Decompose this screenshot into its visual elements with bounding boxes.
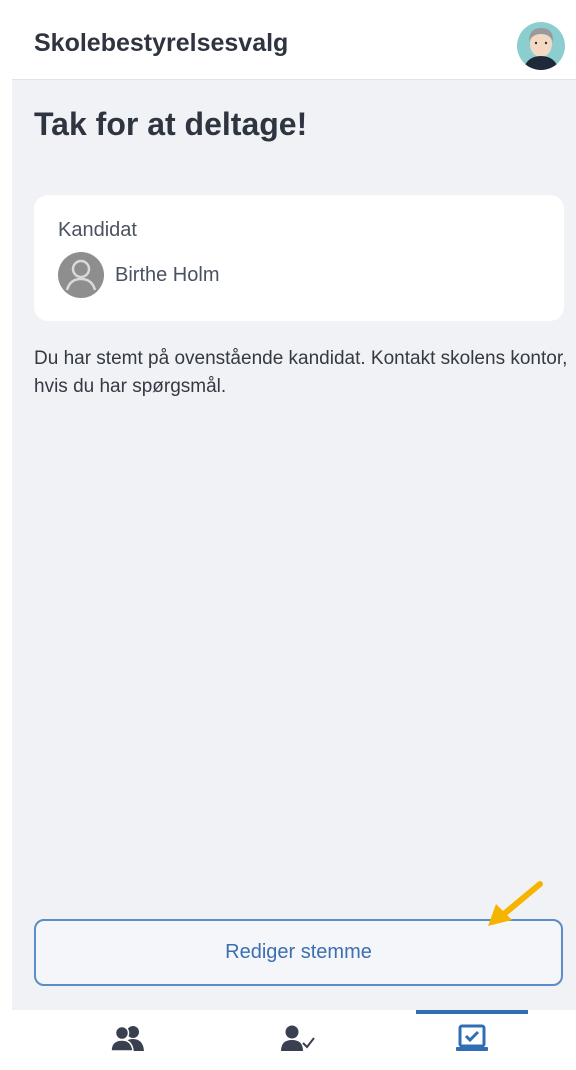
ballot-check-icon <box>456 1024 488 1057</box>
user-avatar[interactable] <box>517 22 565 70</box>
person-check-icon <box>281 1025 315 1056</box>
people-icon <box>110 1025 145 1056</box>
app-header: Skolebestyrelsesvalg <box>12 12 576 80</box>
nav-tab-ballot[interactable] <box>378 1010 566 1070</box>
info-text: Du har stemt på ovenstående kandidat. Ko… <box>34 348 568 397</box>
app-title: Skolebestyrelsesvalg <box>34 29 289 57</box>
person-placeholder-icon <box>58 252 104 298</box>
candidate-card: Kandidat Birthe Holm <box>34 195 564 321</box>
page-title: Tak for at deltage! <box>34 106 308 142</box>
bottom-navigation <box>12 1010 576 1070</box>
app-frame: Skolebestyrelsesvalg Tak for at deltage!… <box>12 12 576 1070</box>
candidate-name: Birthe Holm <box>115 264 220 286</box>
nav-tab-vote[interactable] <box>204 1010 392 1070</box>
nav-tab-candidates[interactable] <box>34 1010 222 1070</box>
edit-vote-button-label: Rediger stemme <box>225 941 372 963</box>
annotation-arrow-icon <box>482 880 546 930</box>
candidate-label: Kandidat <box>58 219 137 241</box>
